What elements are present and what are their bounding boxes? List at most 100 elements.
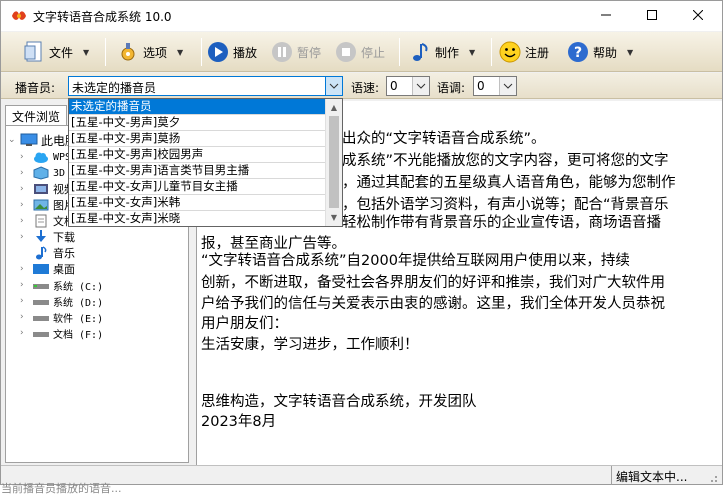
app-logo-icon xyxy=(11,9,27,23)
announcer-select[interactable]: 未选定的播音员 xyxy=(68,76,343,96)
register-button[interactable]: 注册 xyxy=(499,36,549,68)
desktop-icon xyxy=(32,262,50,276)
options-gear-icon xyxy=(117,41,139,63)
editor-line: 创新，不断进取，备受社会各界朋友们的好评和推崇，我们对广大软件用 xyxy=(201,275,665,291)
close-button[interactable] xyxy=(675,1,721,31)
cube-icon xyxy=(32,166,50,180)
help-dropdown-arrow-icon[interactable]: ▼ xyxy=(627,48,633,57)
announcer-option[interactable]: [五星-中文-男声]莫夕 xyxy=(69,115,326,131)
maximize-button[interactable] xyxy=(629,1,675,31)
toolbar-separator xyxy=(105,38,106,66)
scrollbar-thumb[interactable] xyxy=(329,116,339,208)
options-dropdown-arrow-icon[interactable]: ▼ xyxy=(177,48,183,57)
tree-node-drive-f[interactable]: › 文档 (F:) xyxy=(20,325,103,341)
collapse-arrow-icon[interactable]: ⌄ xyxy=(8,135,20,145)
expand-arrow-icon[interactable]: › xyxy=(20,312,32,322)
expand-arrow-icon[interactable]: › xyxy=(20,328,32,338)
tree-node-music[interactable]: 音乐 xyxy=(20,245,75,261)
tree-node-wps[interactable]: › WPS xyxy=(20,149,71,165)
play-button[interactable]: 播放 xyxy=(207,36,257,68)
help-icon: ? xyxy=(567,41,589,63)
voice-settings-bar: 播音员: 未选定的播音员 语速: 0 语调: 0 xyxy=(1,73,722,99)
toolbar: 文件 ▼ 选项 ▼ 播放 暂停 停止 制作 ▼ 注册 ? 帮助 ▼ xyxy=(1,32,722,72)
tree-node-downloads[interactable]: › 下载 xyxy=(20,229,75,245)
announcer-option[interactable]: [五星-中文-女声]米晓 xyxy=(69,211,326,226)
chevron-down-icon[interactable] xyxy=(412,77,429,95)
expand-arrow-icon[interactable]: › xyxy=(20,200,32,210)
scroll-up-icon[interactable]: ▲ xyxy=(326,99,342,115)
expand-arrow-icon[interactable]: › xyxy=(20,232,32,242)
options-menu-button[interactable]: 选项 ▼ xyxy=(117,36,183,68)
expand-arrow-icon[interactable]: › xyxy=(20,216,32,226)
tab-file-browser[interactable]: 文件浏览 xyxy=(5,105,67,125)
resize-grip-icon[interactable] xyxy=(708,472,718,482)
tree-node-desktop[interactable]: › 桌面 xyxy=(20,261,75,277)
make-dropdown-arrow-icon[interactable]: ▼ xyxy=(469,48,475,57)
main-window: 文字转语音合成系统 10.0 文件 ▼ 选项 ▼ 播放 暂停 停止 制作 ▼ 注… xyxy=(0,0,723,495)
close-icon xyxy=(692,9,704,23)
tree-node-label: 桌面 xyxy=(53,263,75,276)
register-label: 注册 xyxy=(525,45,550,60)
tree-node-3d[interactable]: › 3D xyxy=(20,165,65,181)
make-label: 制作 xyxy=(435,45,460,60)
stop-button[interactable]: 停止 xyxy=(335,36,385,68)
pause-button[interactable]: 暂停 xyxy=(271,36,321,68)
music-icon xyxy=(32,246,50,260)
pitch-select[interactable]: 0 xyxy=(473,76,517,96)
expand-arrow-icon[interactable]: › xyxy=(20,168,32,178)
tree-node-drive-d[interactable]: › 系统 (D:) xyxy=(20,293,103,309)
speed-select[interactable]: 0 xyxy=(386,76,430,96)
tree-node-label: 音乐 xyxy=(53,247,75,260)
toolbar-separator xyxy=(491,38,492,66)
status-editing-text: 编辑文本中... xyxy=(611,466,687,485)
chevron-down-icon[interactable] xyxy=(325,77,342,95)
expand-arrow-icon[interactable]: › xyxy=(20,280,32,290)
announcer-option[interactable]: [五星-中文-男声]语言类节目男主播 xyxy=(69,163,326,179)
expand-arrow-icon[interactable]: › xyxy=(20,152,32,162)
options-label: 选项 xyxy=(143,45,168,60)
maximize-icon xyxy=(647,9,657,23)
tree-node-pictures[interactable]: › 图片 xyxy=(20,197,75,213)
announcer-option[interactable]: [五星-中文-女声]儿童节目女主播 xyxy=(69,179,326,195)
scroll-down-icon[interactable]: ▼ xyxy=(326,209,342,225)
tree-node-drive-e[interactable]: › 软件 (E:) xyxy=(20,309,103,325)
file-menu-button[interactable]: 文件 ▼ xyxy=(23,36,89,68)
picture-icon xyxy=(32,198,50,212)
help-label: 帮助 xyxy=(593,45,618,60)
minimize-icon xyxy=(601,9,611,23)
editor-line: 户给予我们的信任与关爱表示由衷的感谢。这里，我们全体开发人员恭祝 xyxy=(201,296,665,312)
tree-node-this-pc[interactable]: ⌄ 此电脑 xyxy=(8,132,77,148)
chevron-down-icon[interactable] xyxy=(499,77,516,95)
video-icon xyxy=(32,182,50,196)
make-menu-button[interactable]: 制作 ▼ xyxy=(409,36,475,68)
title-bar[interactable]: 文字转语音合成系统 10.0 xyxy=(1,1,722,31)
play-icon xyxy=(207,41,229,63)
announcer-dropdown-list[interactable]: 未选定的播音员 [五星-中文-男声]莫夕 [五星-中文-男声]莫扬 [五星-中文… xyxy=(68,98,343,227)
tree-node-label: 系统 (D:) xyxy=(53,297,104,309)
minimize-button[interactable] xyxy=(583,1,629,31)
drive-icon xyxy=(32,310,50,324)
tree-node-videos[interactable]: › 视频 xyxy=(20,181,75,197)
announcer-option[interactable]: [五星-中文-男声]校园男声 xyxy=(69,147,326,163)
announcer-option[interactable]: [五星-中文-男声]莫扬 xyxy=(69,131,326,147)
editor-line: 出众的“文字转语音合成系统”。 xyxy=(342,131,546,147)
announcer-option[interactable]: [五星-中文-女声]米韩 xyxy=(69,195,326,211)
toolbar-separator xyxy=(399,38,400,66)
expand-arrow-icon[interactable]: › xyxy=(20,264,32,274)
editor-line: “文字转语音合成系统”自2000年提供给互联网用户使用以来，持续 xyxy=(201,253,630,269)
status-bar: 当前播音员播放的语音... 编辑文本中... xyxy=(1,465,722,495)
announcer-label: 播音员: xyxy=(15,81,56,95)
dropdown-scrollbar[interactable]: ▲ ▼ xyxy=(325,99,342,226)
expand-arrow-icon[interactable]: › xyxy=(20,296,32,306)
tree-node-documents[interactable]: › 文档 xyxy=(20,213,75,229)
help-menu-button[interactable]: ? 帮助 ▼ xyxy=(567,36,633,68)
drive-icon xyxy=(32,294,50,308)
tree-node-label: 下载 xyxy=(53,231,75,244)
expand-arrow-icon[interactable]: › xyxy=(20,184,32,194)
announcer-option[interactable]: 未选定的播音员 xyxy=(69,99,326,115)
smiley-icon xyxy=(499,41,521,63)
editor-line: 思维构造，文字转语音合成系统，开发团队 xyxy=(201,394,477,410)
tree-node-drive-c[interactable]: › 系统 (C:) xyxy=(20,277,103,293)
file-dropdown-arrow-icon[interactable]: ▼ xyxy=(83,48,89,57)
toolbar-separator xyxy=(201,38,202,66)
